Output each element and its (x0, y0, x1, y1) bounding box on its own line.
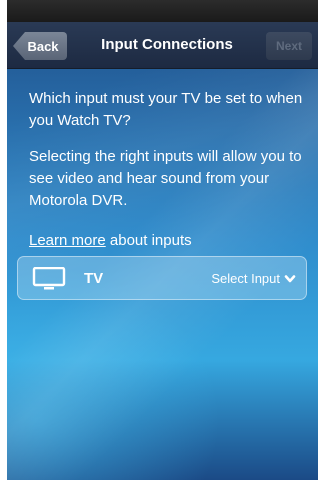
learn-more-link[interactable]: Learn more (29, 232, 106, 249)
tv-icon (32, 267, 66, 290)
app-screen: Back Input Connections Next Which input … (7, 0, 318, 480)
learn-more-line: Learn more about inputs (29, 230, 309, 252)
back-button[interactable]: Back (13, 32, 67, 60)
tv-input-row[interactable]: TV Select Input (17, 256, 307, 300)
learn-more-suffix: about inputs (105, 232, 192, 249)
next-button[interactable]: Next (266, 32, 312, 60)
question-text: Which input must your TV be set to when … (29, 90, 303, 129)
navigation-bar: Back Input Connections Next (7, 22, 318, 69)
status-bar (7, 0, 318, 22)
explanation-text: Selecting the right inputs will allow yo… (29, 148, 302, 209)
content-area: Which input must your TV be set to when … (29, 88, 309, 252)
select-input-dropdown[interactable]: Select Input (211, 271, 296, 286)
chevron-down-icon (284, 274, 296, 282)
select-input-label: Select Input (211, 271, 280, 286)
page-title: Input Connections (101, 36, 233, 53)
device-label: TV (84, 270, 104, 287)
